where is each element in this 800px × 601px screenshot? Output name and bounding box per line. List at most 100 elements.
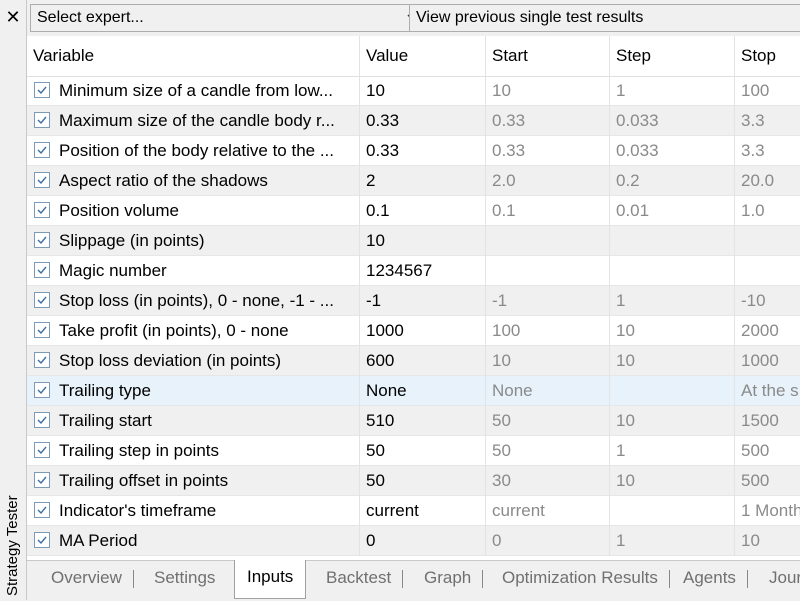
tab-agents[interactable]: Agents xyxy=(671,561,748,597)
step-cell[interactable] xyxy=(610,256,735,286)
start-cell[interactable]: 50 xyxy=(486,406,610,436)
table-row[interactable]: Position of the body relative to the ...… xyxy=(27,136,800,166)
start-cell[interactable]: 50 xyxy=(486,436,610,466)
tab-settings[interactable]: Settings xyxy=(142,561,227,597)
step-cell[interactable]: 10 xyxy=(610,466,735,496)
stop-cell[interactable]: 10 xyxy=(735,526,800,556)
stop-cell[interactable]: 1000 xyxy=(735,346,800,376)
step-cell[interactable]: 0.2 xyxy=(610,166,735,196)
value-cell[interactable]: 10 xyxy=(360,226,486,256)
table-row[interactable]: Trailing start 510 50 10 1500 xyxy=(27,406,800,436)
tab-graph[interactable]: Graph xyxy=(412,561,484,597)
step-cell[interactable]: 10 xyxy=(610,316,735,346)
start-cell[interactable]: 0.33 xyxy=(486,136,610,166)
stop-cell[interactable]: 500 xyxy=(735,466,800,496)
stop-cell[interactable]: 3.3 xyxy=(735,136,800,166)
start-cell[interactable]: 0.33 xyxy=(486,106,610,136)
value-cell[interactable]: 1234567 xyxy=(360,256,486,286)
step-cell[interactable]: 1 xyxy=(610,526,735,556)
tab-overview[interactable]: Overview xyxy=(39,561,134,597)
step-cell[interactable] xyxy=(610,226,735,256)
value-cell[interactable]: 10 xyxy=(360,76,486,106)
close-icon[interactable]: ✕ xyxy=(0,0,26,34)
stop-cell[interactable] xyxy=(735,226,800,256)
table-row[interactable]: Indicator's timeframe current current 1 Mon… xyxy=(27,496,800,526)
start-cell[interactable]: 0 xyxy=(486,526,610,556)
table-row[interactable]: Trailing offset in points 50 30 10 500 xyxy=(27,466,800,496)
start-cell[interactable]: 100 xyxy=(486,316,610,346)
stop-cell[interactable]: -10 xyxy=(735,286,800,316)
value-cell[interactable]: 50 xyxy=(360,436,486,466)
value-cell[interactable]: 600 xyxy=(360,346,486,376)
table-row[interactable]: Position volume 0.1 0.1 0.01 1.0 xyxy=(27,196,800,226)
tab-journal[interactable]: Journal xyxy=(757,561,800,597)
step-cell[interactable] xyxy=(610,376,735,406)
step-cell[interactable]: 1 xyxy=(610,286,735,316)
start-cell[interactable]: 30 xyxy=(486,466,610,496)
col-header-value[interactable]: Value xyxy=(360,36,486,76)
table-row[interactable]: Magic number 1234567 xyxy=(27,256,800,286)
table-row[interactable]: MA Period 0 0 1 10 xyxy=(27,526,800,556)
start-cell[interactable]: -1 xyxy=(486,286,610,316)
value-cell[interactable]: -1 xyxy=(360,286,486,316)
step-cell[interactable]: 1 xyxy=(610,436,735,466)
stop-cell[interactable]: 1500 xyxy=(735,406,800,436)
value-cell[interactable]: 2 xyxy=(360,166,486,196)
value-cell[interactable]: 510 xyxy=(360,406,486,436)
table-row[interactable]: Aspect ratio of the shadows 2 2.0 0.2 20.0 xyxy=(27,166,800,196)
stop-cell[interactable]: 3.3 xyxy=(735,106,800,136)
col-header-step[interactable]: Step xyxy=(610,36,735,76)
start-cell[interactable] xyxy=(486,256,610,286)
col-header-stop[interactable]: Stop xyxy=(735,36,800,76)
panel-title: Strategy Tester xyxy=(2,416,24,596)
table-row[interactable]: Minimum size of a candle from low... 10 10… xyxy=(27,76,800,106)
stop-cell[interactable] xyxy=(735,256,800,286)
start-cell[interactable]: 10 xyxy=(486,76,610,106)
step-cell[interactable] xyxy=(610,496,735,526)
value-cell[interactable]: 0.1 xyxy=(360,196,486,226)
step-cell[interactable]: 1 xyxy=(610,76,735,106)
table-row[interactable]: Slippage (in points) 10 xyxy=(27,226,800,256)
stop-cell[interactable]: 2000 xyxy=(735,316,800,346)
expert-select[interactable]: Select expert... xyxy=(30,4,430,32)
table-row[interactable]: Trailing step in points 50 50 1 500 xyxy=(27,436,800,466)
start-cell[interactable]: current xyxy=(486,496,610,526)
step-cell[interactable]: 10 xyxy=(610,346,735,376)
value-cell[interactable]: 1000 xyxy=(360,316,486,346)
value-cell[interactable]: 50 xyxy=(360,466,486,496)
value-cell[interactable]: 0.33 xyxy=(360,106,486,136)
toolbar: Select expert... View previous single te… xyxy=(27,0,800,36)
stop-cell[interactable]: 1 Month xyxy=(735,496,800,526)
side-panel: ✕ Strategy Tester xyxy=(0,0,27,600)
stop-cell[interactable]: 100 xyxy=(735,76,800,106)
step-cell[interactable]: 0.033 xyxy=(610,136,735,166)
value-cell[interactable]: None xyxy=(360,376,486,406)
col-header-variable[interactable]: Variable xyxy=(27,36,360,76)
view-previous-results-button[interactable]: View previous single test results xyxy=(409,4,800,32)
step-cell[interactable]: 0.01 xyxy=(610,196,735,226)
stop-cell[interactable]: 500 xyxy=(735,436,800,466)
tab-backtest[interactable]: Backtest xyxy=(314,561,404,597)
table-row[interactable]: Trailing type None None At the s xyxy=(27,376,800,406)
tab-optimization-results[interactable]: Optimization Results xyxy=(490,561,670,597)
step-cell[interactable]: 0.033 xyxy=(610,106,735,136)
table-row[interactable]: Maximum size of the candle body r... 0.33… xyxy=(27,106,800,136)
table-row[interactable]: Stop loss (in points), 0 - none, -1 - ..… xyxy=(27,286,800,316)
stop-cell[interactable]: 20.0 xyxy=(735,166,800,196)
value-cell[interactable]: 0 xyxy=(360,526,486,556)
variable-cell: Maximum size of the candle body r... xyxy=(27,106,360,136)
start-cell[interactable]: 0.1 xyxy=(486,196,610,226)
stop-cell[interactable]: 1.0 xyxy=(735,196,800,226)
table-row[interactable]: Take profit (in points), 0 - none 1000 100… xyxy=(27,316,800,346)
value-cell[interactable]: 0.33 xyxy=(360,136,486,166)
step-cell[interactable]: 10 xyxy=(610,406,735,436)
col-header-start[interactable]: Start xyxy=(486,36,610,76)
tab-inputs[interactable]: Inputs xyxy=(234,560,307,599)
start-cell[interactable]: None xyxy=(486,376,610,406)
start-cell[interactable]: 10 xyxy=(486,346,610,376)
table-row[interactable]: Stop loss deviation (in points) 600 10 10 10… xyxy=(27,346,800,376)
value-cell[interactable]: current xyxy=(360,496,486,526)
start-cell[interactable]: 2.0 xyxy=(486,166,610,196)
start-cell[interactable] xyxy=(486,226,610,256)
stop-cell[interactable]: At the s xyxy=(735,376,800,406)
